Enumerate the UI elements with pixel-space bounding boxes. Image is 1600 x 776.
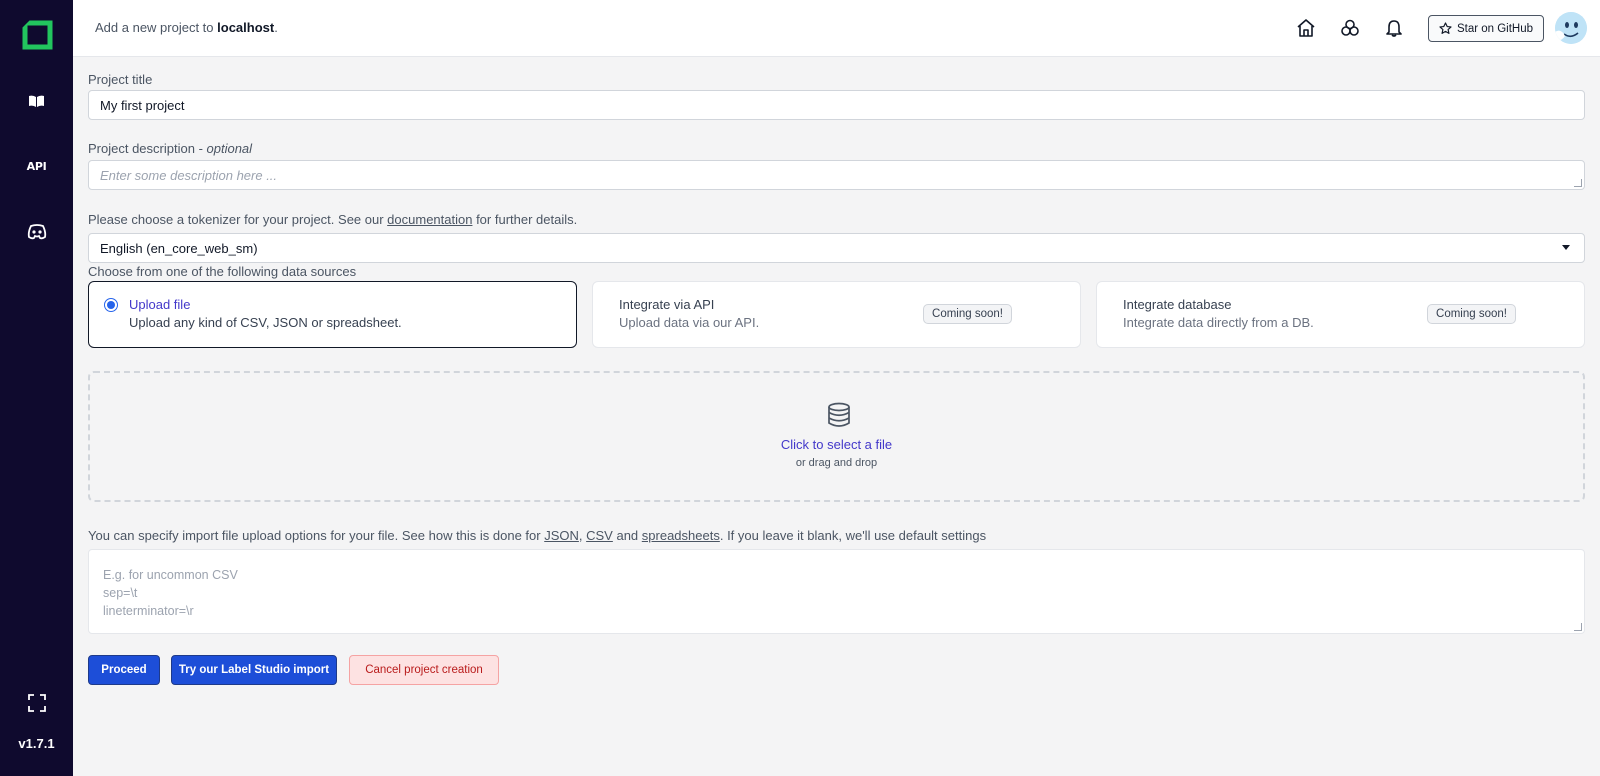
source-card-upload-file[interactable]: Upload file Upload any kind of CSV, JSON… bbox=[88, 281, 577, 348]
file-dropzone[interactable]: Click to select a file or drag and drop bbox=[88, 371, 1585, 502]
source-title: Integrate database bbox=[1123, 297, 1232, 312]
select-file-link[interactable]: Click to select a file bbox=[90, 437, 1583, 452]
json-link[interactable]: JSON bbox=[544, 528, 579, 543]
tokenizer-select[interactable]: English (en_core_web_sm) bbox=[88, 233, 1585, 263]
description-placeholder: Enter some description here ... bbox=[100, 167, 278, 183]
top-header: Add a new project to localhost. Star on … bbox=[73, 0, 1600, 57]
tokenizer-value: English (en_core_web_sm) bbox=[100, 240, 258, 256]
chevron-down-icon bbox=[1562, 245, 1570, 250]
description-optional: optional bbox=[206, 141, 253, 156]
star-on-github-button[interactable]: Star on GitHub bbox=[1428, 15, 1544, 42]
avatar[interactable] bbox=[1555, 12, 1587, 44]
project-description-input[interactable]: Enter some description here ... bbox=[88, 160, 1585, 190]
project-title-input[interactable]: My first project bbox=[88, 90, 1585, 120]
sidebar: API v1.7.1 bbox=[0, 0, 73, 776]
tokenizer-label: Please choose a tokenizer for your proje… bbox=[88, 212, 577, 227]
header-host: localhost bbox=[217, 20, 275, 35]
placeholder-line: E.g. for uncommon CSV bbox=[103, 568, 238, 582]
database-icon bbox=[828, 402, 850, 427]
import-options-textarea[interactable]: E.g. for uncommon CSV sep=\t linetermina… bbox=[88, 549, 1585, 634]
spreadsheets-link[interactable]: spreadsheets bbox=[642, 528, 720, 543]
star-icon bbox=[1439, 22, 1452, 34]
header-prefix: Add a new project to bbox=[95, 20, 218, 35]
help-icon[interactable] bbox=[1339, 17, 1361, 39]
fullscreen-icon[interactable] bbox=[0, 692, 73, 714]
import-options-suffix: . If you leave it blank, we'll use defau… bbox=[719, 528, 987, 543]
home-icon[interactable] bbox=[1295, 17, 1317, 39]
resize-grip-icon[interactable] bbox=[1574, 179, 1582, 187]
proceed-button[interactable]: Proceed bbox=[88, 655, 160, 685]
drag-drop-hint: or drag and drop bbox=[795, 457, 878, 469]
tokenizer-suffix: for further details. bbox=[472, 212, 578, 227]
cancel-project-button[interactable]: Cancel project creation bbox=[349, 655, 499, 685]
import-options-label: You can specify import file upload optio… bbox=[88, 528, 986, 543]
label-studio-import-button[interactable]: Try our Label Studio import bbox=[171, 655, 337, 685]
logo-icon[interactable] bbox=[0, 18, 73, 52]
tokenizer-prefix: Please choose a tokenizer for your proje… bbox=[88, 212, 388, 227]
documentation-link[interactable]: documentation bbox=[387, 212, 472, 227]
header-suffix: . bbox=[274, 20, 278, 35]
source-title: Integrate via API bbox=[619, 297, 715, 312]
import-options-prefix: You can specify import file upload optio… bbox=[88, 528, 545, 543]
description-label-text: Project description bbox=[88, 141, 195, 156]
source-card-api: Integrate via API Upload data via our AP… bbox=[592, 281, 1081, 348]
discord-icon[interactable] bbox=[0, 220, 73, 244]
source-description: Integrate data directly from a DB. bbox=[1123, 315, 1314, 330]
description-sep: - bbox=[194, 141, 207, 156]
source-description: Upload any kind of CSV, JSON or spreadsh… bbox=[129, 315, 402, 330]
placeholder-line: lineterminator=\r bbox=[103, 604, 194, 618]
coming-soon-badge: Coming soon! bbox=[1427, 304, 1516, 324]
star-label: Star on GitHub bbox=[1456, 22, 1534, 35]
upload-file-radio[interactable] bbox=[104, 298, 118, 312]
version-label: v1.7.1 bbox=[18, 736, 55, 751]
book-icon[interactable] bbox=[0, 90, 73, 112]
project-title-value: My first project bbox=[100, 97, 185, 113]
api-icon[interactable]: API bbox=[0, 155, 73, 177]
data-sources-label: Choose from one of the following data so… bbox=[88, 264, 357, 279]
csv-link[interactable]: CSV bbox=[586, 528, 613, 543]
import-options-sep: and bbox=[612, 528, 642, 543]
coming-soon-badge: Coming soon! bbox=[923, 304, 1012, 324]
source-description: Upload data via our API. bbox=[619, 315, 760, 330]
source-title: Upload file bbox=[129, 297, 191, 312]
project-title-label: Project title bbox=[88, 72, 153, 87]
project-description-label: Project description - optional bbox=[88, 141, 252, 156]
header-title: Add a new project to localhost. bbox=[95, 20, 278, 35]
source-card-database: Integrate database Integrate data direct… bbox=[1096, 281, 1585, 348]
bell-icon[interactable] bbox=[1383, 17, 1405, 39]
resize-grip-icon[interactable] bbox=[1574, 623, 1582, 631]
placeholder-line: sep=\t bbox=[103, 586, 138, 600]
